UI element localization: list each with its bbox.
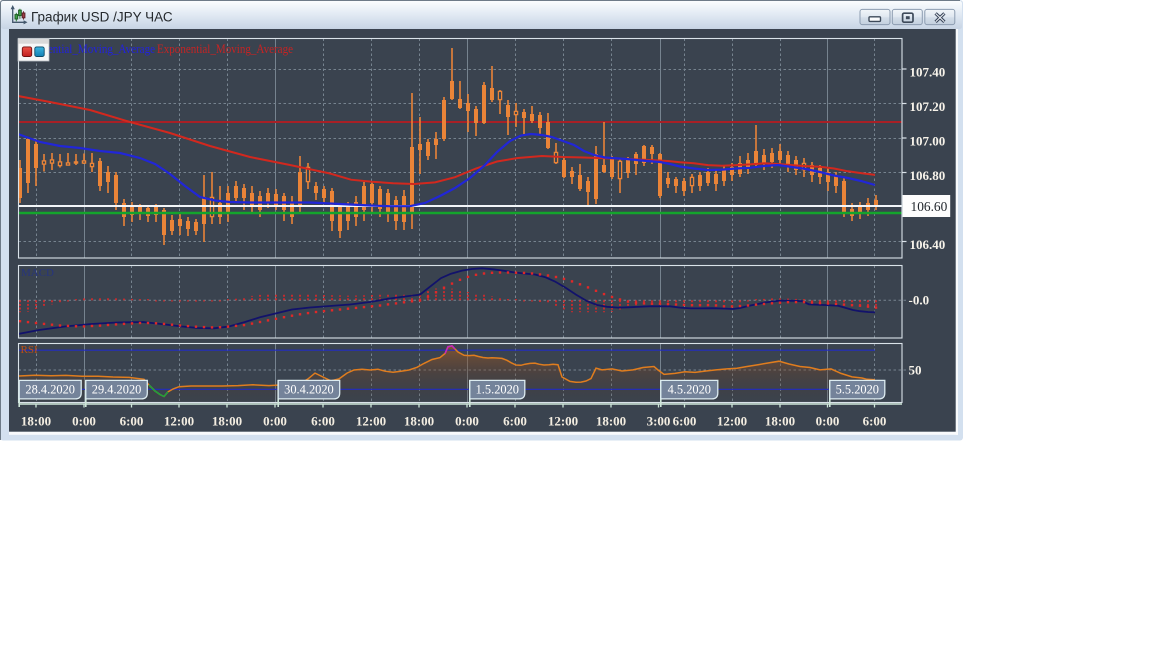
svg-text:106.40: 106.40 bbox=[910, 237, 946, 252]
svg-text:18:00: 18:00 bbox=[21, 414, 51, 429]
svg-text:12:00: 12:00 bbox=[717, 414, 747, 429]
svg-text:28.4.2020: 28.4.2020 bbox=[25, 383, 75, 397]
svg-text:Exponential_Moving_Average: Exponential_Moving_Average bbox=[157, 42, 293, 56]
svg-text:106.60: 106.60 bbox=[911, 199, 948, 214]
svg-text:5.5.2020: 5.5.2020 bbox=[836, 383, 879, 397]
svg-text:6:00: 6:00 bbox=[311, 414, 335, 429]
svg-text:График USD /JPY ЧАС: График USD /JPY ЧАС bbox=[31, 10, 173, 25]
svg-text:107.00: 107.00 bbox=[910, 134, 946, 149]
svg-text:0:00: 0:00 bbox=[816, 414, 840, 429]
svg-text:3:00: 3:00 bbox=[647, 414, 671, 429]
svg-text:MACD: MACD bbox=[21, 267, 54, 279]
svg-text:0:00: 0:00 bbox=[72, 414, 96, 429]
svg-text:18:00: 18:00 bbox=[404, 414, 434, 429]
svg-text:6:00: 6:00 bbox=[120, 414, 144, 429]
svg-text:18:00: 18:00 bbox=[596, 414, 626, 429]
svg-text:107.20: 107.20 bbox=[910, 99, 946, 114]
svg-text:29.4.2020: 29.4.2020 bbox=[92, 383, 142, 397]
svg-text:18:00: 18:00 bbox=[765, 414, 795, 429]
svg-text:12:00: 12:00 bbox=[164, 414, 194, 429]
svg-text:6:00: 6:00 bbox=[503, 414, 527, 429]
svg-text:106.80: 106.80 bbox=[910, 168, 946, 183]
svg-text:0:00: 0:00 bbox=[455, 414, 479, 429]
svg-text:-0.0: -0.0 bbox=[909, 293, 930, 308]
svg-text:0:00: 0:00 bbox=[263, 414, 287, 429]
svg-text:12:00: 12:00 bbox=[548, 414, 578, 429]
svg-text:12:00: 12:00 bbox=[356, 414, 386, 429]
svg-text:50: 50 bbox=[909, 363, 922, 378]
svg-text:30.4.2020: 30.4.2020 bbox=[284, 383, 334, 397]
svg-text:1.5.2020: 1.5.2020 bbox=[476, 383, 519, 397]
svg-text:4.5.2020: 4.5.2020 bbox=[668, 383, 711, 397]
svg-text:107.40: 107.40 bbox=[910, 65, 946, 80]
svg-text:18:00: 18:00 bbox=[212, 414, 242, 429]
svg-text:6:00: 6:00 bbox=[863, 414, 887, 429]
svg-text:6:00: 6:00 bbox=[673, 414, 697, 429]
svg-text:RSI: RSI bbox=[21, 344, 38, 356]
